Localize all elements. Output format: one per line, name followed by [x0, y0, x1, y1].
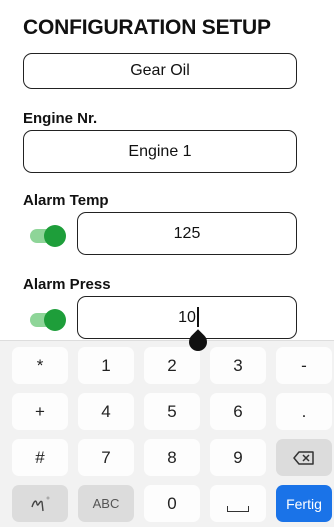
alarm-press-input[interactable]: 10	[77, 296, 297, 339]
key-hash[interactable]: #	[12, 439, 68, 476]
alarm-temp-value: 125	[173, 224, 201, 242]
key-done[interactable]: Fertig	[276, 485, 332, 522]
oil-type-field[interactable]: Gear Oil	[23, 53, 297, 89]
key-handwriting[interactable]	[12, 485, 68, 522]
key-space[interactable]	[210, 485, 266, 522]
page-title: CONFIGURATION SETUP	[23, 16, 334, 40]
handwriting-icon	[31, 496, 50, 511]
engine-value: Engine 1	[128, 142, 192, 160]
key-8[interactable]: 8	[144, 439, 200, 476]
alarm-temp-input[interactable]: 125	[77, 212, 297, 255]
key-minus[interactable]: -	[276, 347, 332, 384]
backspace-icon	[293, 450, 314, 465]
key-5[interactable]: 5	[144, 393, 200, 430]
key-asterisk[interactable]: *	[12, 347, 68, 384]
space-icon	[227, 505, 249, 512]
key-4[interactable]: 4	[78, 393, 134, 430]
key-7[interactable]: 7	[78, 439, 134, 476]
key-0[interactable]: 0	[144, 485, 200, 522]
alarm-press-value: 10	[178, 308, 196, 326]
engine-field[interactable]: Engine 1	[23, 130, 297, 173]
alarm-press-toggle[interactable]	[30, 309, 66, 331]
key-2[interactable]: 2	[144, 347, 200, 384]
key-3[interactable]: 3	[210, 347, 266, 384]
toggle-thumb	[44, 225, 66, 247]
key-1[interactable]: 1	[78, 347, 134, 384]
key-plus[interactable]: +	[12, 393, 68, 430]
numeric-keyboard: * 1 2 3 - + 4 5 6 . # 7 8 9 ABC 0 Fertig	[0, 340, 334, 527]
alarm-temp-label: Alarm Temp	[23, 192, 109, 209]
alarm-press-label: Alarm Press	[23, 276, 111, 293]
key-9[interactable]: 9	[210, 439, 266, 476]
oil-type-value: Gear Oil	[130, 62, 190, 79]
form-scroll-area[interactable]: Gear Oil Engine Nr. Engine 1 Alarm Temp …	[0, 0, 334, 340]
key-backspace[interactable]	[276, 439, 332, 476]
key-period[interactable]: .	[276, 393, 332, 430]
alarm-temp-toggle[interactable]	[30, 225, 66, 247]
key-abc[interactable]: ABC	[78, 485, 134, 522]
text-caret	[197, 307, 199, 327]
key-6[interactable]: 6	[210, 393, 266, 430]
toggle-thumb	[44, 309, 66, 331]
engine-label: Engine Nr.	[23, 110, 98, 127]
